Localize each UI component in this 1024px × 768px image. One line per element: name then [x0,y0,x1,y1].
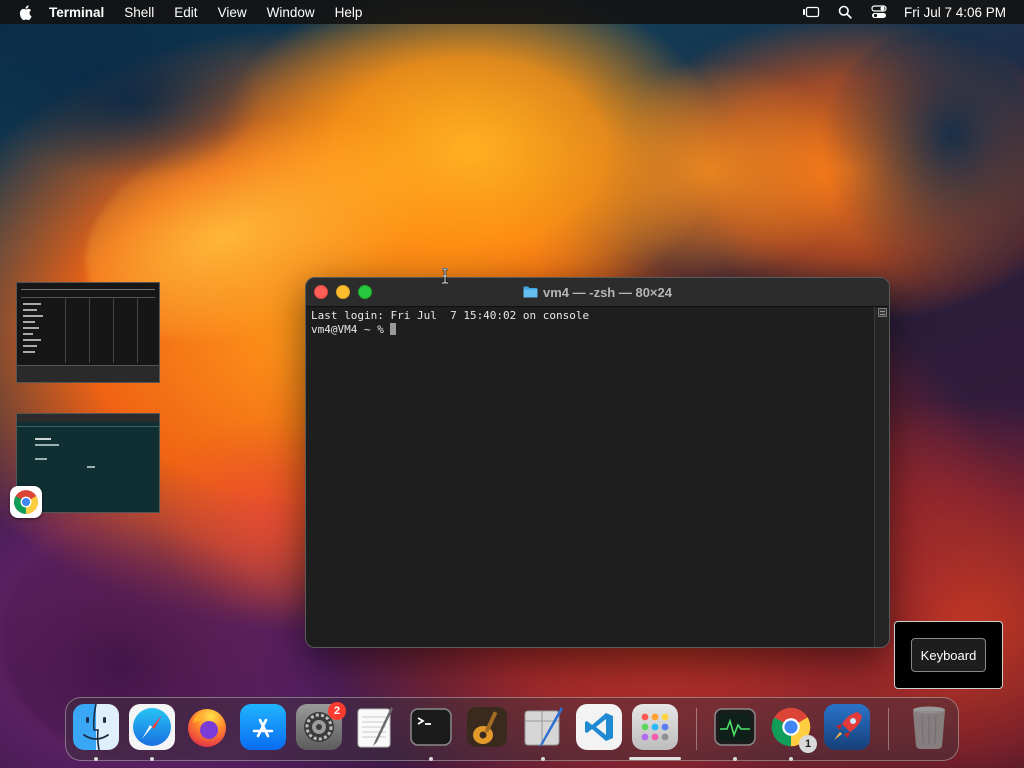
dock-safari[interactable] [129,704,175,750]
apple-icon[interactable] [19,4,33,20]
dock-activity-monitor[interactable] [712,704,758,750]
stage-manager-icon[interactable] [802,4,820,20]
close-button[interactable] [314,285,328,299]
dock-textedit[interactable] [352,704,398,750]
rocket-icon [834,712,862,740]
terminal-output[interactable]: Last login: Fri Jul 7 15:40:02 on consol… [306,307,889,339]
keyboard-button[interactable]: Keyboard [911,638,986,672]
textedit-icon [357,707,393,748]
running-indicator [94,757,98,761]
activity-monitor-icon [714,708,756,746]
safari-icon [133,708,171,746]
folder-icon [523,286,538,298]
dock-rocketsim[interactable] [824,704,870,750]
terminal-line: Last login: Fri Jul 7 15:40:02 on consol… [311,309,590,322]
dock-trash[interactable] [906,704,952,750]
notification-badge: 1 [799,735,817,753]
terminal-prompt-line[interactable]: vm4@VM4 ~ % [311,323,884,337]
menu-view[interactable]: View [218,5,247,20]
window-controls [314,285,372,299]
running-indicator [733,757,737,761]
keyboard-popup: Keyboard [894,621,1003,689]
minimize-button[interactable] [336,285,350,299]
split-pane-icon[interactable] [878,308,887,317]
control-center-icon[interactable] [870,4,888,20]
guitar-icon [467,707,507,747]
launchpad-icon [641,713,669,741]
terminal-titlebar[interactable]: vm4 — -zsh — 80×24 [306,278,889,307]
dock-finder[interactable] [73,704,119,750]
dock-terminal[interactable] [408,704,454,750]
zoom-button[interactable] [358,285,372,299]
menu-bar: Terminal Shell Edit View Window Help Fri… [0,0,1024,24]
firefox-icon [188,709,226,747]
app-store-icon [252,718,274,738]
script-editor-icon [524,707,563,747]
dock-launchpad[interactable] [632,704,678,750]
running-indicator [150,757,154,761]
running-indicator [429,757,433,761]
menu-help[interactable]: Help [335,5,363,20]
menu-edit[interactable]: Edit [174,5,197,20]
stage-thumbnail-activity-monitor[interactable] [16,282,160,383]
menu-bar-clock[interactable]: Fri Jul 7 4:06 PM [904,5,1006,20]
notification-badge: 2 [328,702,346,720]
dock: 2 1 [65,697,959,761]
window-title-text: vm4 — -zsh — 80×24 [543,284,672,300]
terminal-window[interactable]: vm4 — -zsh — 80×24 Last login: Fri Jul 7… [305,277,890,648]
terminal-scrollbar[interactable] [874,307,889,647]
chrome-icon[interactable] [10,486,42,518]
dock-vscode[interactable] [576,704,622,750]
running-indicator [789,757,793,761]
dock-firefox[interactable] [184,704,230,750]
dock-separator [888,708,889,750]
terminal-cursor [390,323,397,335]
terminal-icon [410,708,452,746]
dock-app-store[interactable] [240,704,286,750]
terminal-prompt: vm4@VM4 ~ % [311,323,391,336]
window-title: vm4 — -zsh — 80×24 [523,285,672,300]
dock-separator [696,708,697,750]
menu-shell[interactable]: Shell [124,5,154,20]
vscode-icon [585,713,613,741]
spotlight-search-icon[interactable] [836,4,854,20]
dock-scroll-indicator [629,757,681,760]
dock-script-editor[interactable] [520,704,566,750]
menu-app-name[interactable]: Terminal [49,5,104,20]
dock-garageband[interactable] [464,704,510,750]
running-indicator [541,757,545,761]
finder-icon [83,704,109,750]
trash-icon [913,706,945,749]
mouse-pointer-ibeam-icon [442,268,448,284]
menu-window[interactable]: Window [267,5,315,20]
